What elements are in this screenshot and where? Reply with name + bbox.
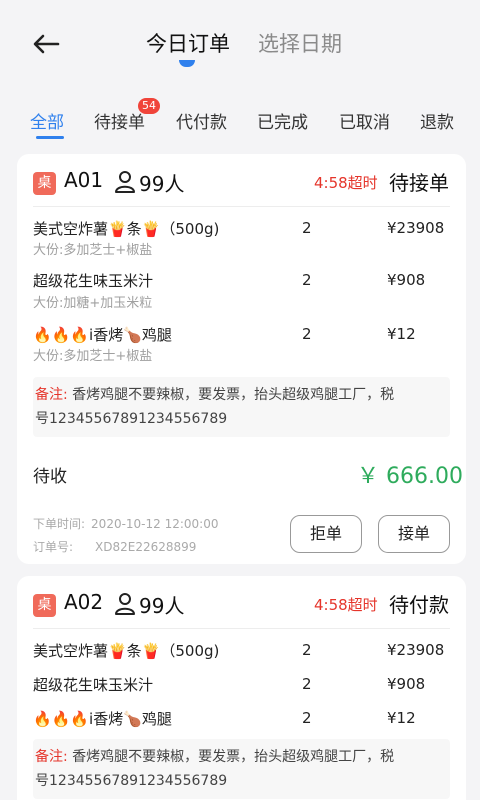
overtime-timer: 4:58超时 [314,596,378,614]
order-time-value: 2020-10-12 12:00:00 [91,517,219,531]
item-name: 🔥🔥🔥i香烤🍗鸡腿 [33,326,172,344]
remark-label: 备注: [35,387,68,403]
item-name: 美式空炸薯🍟条🍟（500g) [33,220,220,238]
order-filter-tabs: 全部 待接单 54 代付款 已完成 已取消 退款 [0,94,480,140]
filter-tab-unpaid[interactable]: 代付款 [176,108,227,133]
filter-tab-pending[interactable]: 待接单 [94,108,145,133]
item-options: 大份:加糖+加玉米粒 [33,296,153,311]
reject-order-button[interactable]: 拒单 [290,515,362,553]
person-icon [115,593,135,615]
top-bar: 今日订单 选择日期 [0,0,480,84]
order-remark: 备注: 香烤鸡腿不要辣椒，要发票，抬头超级鸡腿工厂，税 号12345567891… [33,739,450,799]
item-price: ¥908 [387,675,426,693]
order-number-label: 订单号: [33,540,74,554]
tab-today-orders[interactable]: 今日订单 [146,28,230,58]
table-tag: 桌 [33,594,56,617]
item-name: 超级花生味玉米汁 [33,676,154,694]
overtime-timer: 4:58超时 [314,174,378,192]
item-quantity: 2 [302,675,312,693]
item-quantity: 2 [302,641,312,659]
item-price: ¥12 [387,709,416,727]
item-options: 大份:多加芝士+椒盐 [33,349,153,364]
remark-text: 香烤鸡腿不要辣椒，要发票，抬头超级鸡腿工厂，税 [72,749,395,765]
accept-order-button[interactable]: 接单 [378,515,450,553]
table-tag: 桌 [33,172,56,195]
remark-text-cont: 号12345567891234556789 [35,411,228,427]
filter-tab-refund[interactable]: 退款 [420,108,454,133]
remark-label: 备注: [35,749,68,765]
pending-count-badge: 54 [138,98,160,114]
item-name: 美式空炸薯🍟条🍟（500g) [33,642,220,660]
receivable-label: 待收 [33,467,67,487]
remark-text: 香烤鸡腿不要辣椒，要发票，抬头超级鸡腿工厂，税 [72,387,395,403]
item-price: ¥12 [387,325,416,343]
item-quantity: 2 [302,709,312,727]
divider [33,628,450,629]
people-count: 99人 [139,594,185,618]
item-quantity: 2 [302,271,312,289]
item-options: 大份:多加芝士+椒盐 [33,243,153,258]
item-quantity: 2 [302,219,312,237]
order-number: 订单号: XD82E22628899 [33,538,196,555]
back-arrow-icon[interactable] [28,26,64,62]
item-price: ¥23908 [387,641,445,659]
item-name: 🔥🔥🔥i香烤🍗鸡腿 [33,710,172,728]
table-number: A02 [64,590,104,614]
remark-text-cont: 号12345567891234556789 [35,773,228,789]
order-status: 待付款 [389,593,449,617]
tab-select-date[interactable]: 选择日期 [258,28,342,58]
order-remark: 备注: 香烤鸡腿不要辣椒，要发票，抬头超级鸡腿工厂，税 号12345567891… [33,377,450,437]
filter-tab-completed[interactable]: 已完成 [257,108,308,133]
receivable-amount: ￥ 666.00 [357,464,463,489]
item-price: ¥908 [387,271,426,289]
person-icon [115,171,135,193]
item-name: 超级花生味玉米汁 [33,272,154,290]
order-time-label: 下单时间: [33,517,86,531]
order-status: 待接单 [389,171,449,195]
filter-tab-cancelled[interactable]: 已取消 [339,108,390,133]
filter-active-underline [36,136,64,139]
people-count: 99人 [139,172,185,196]
order-card[interactable]: 桌 A02 99人 4:58超时 待付款 美式空炸薯🍟条🍟（500g) 2 ¥2… [17,576,466,800]
table-number: A01 [64,168,104,192]
item-price: ¥23908 [387,219,445,237]
filter-tab-all[interactable]: 全部 [30,108,64,133]
order-number-value: XD82E22628899 [95,540,197,554]
active-tab-indicator [179,60,195,67]
order-time: 下单时间: 2020-10-12 12:00:00 [33,515,219,532]
order-card[interactable]: 桌 A01 99人 4:58超时 待接单 美式空炸薯🍟条🍟（500g) 大份:多… [17,154,466,564]
divider [33,206,450,207]
item-quantity: 2 [302,325,312,343]
